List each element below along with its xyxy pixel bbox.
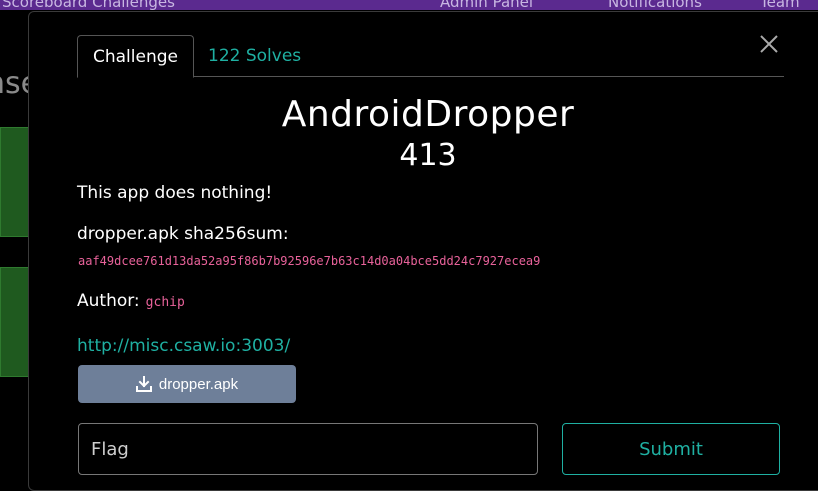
challenge-link[interactable]: http://misc.csaw.io:3003/: [77, 336, 290, 356]
author-name: gchip: [145, 295, 185, 310]
modal-tabs: Challenge 122 Solves: [77, 35, 784, 78]
tab-challenge[interactable]: Challenge: [77, 35, 194, 78]
author-line: Author: gchip: [77, 291, 185, 311]
checksum-value: aaf49dcee761d13da52a95f86b7b92596e7b63c1…: [78, 254, 541, 268]
submit-button[interactable]: Submit: [562, 423, 780, 475]
nav-links[interactable]: Scoreboard Challenges: [2, 0, 175, 10]
background-challenge-card[interactable]: [0, 267, 30, 377]
author-label: Author:: [77, 291, 140, 311]
flag-input[interactable]: [78, 423, 538, 475]
download-button[interactable]: dropper.apk: [78, 365, 296, 403]
challenge-value: 413: [399, 138, 457, 173]
background-challenge-card[interactable]: [0, 127, 30, 237]
download-label: dropper.apk: [158, 375, 239, 393]
challenge-modal: Challenge 122 Solves AndroidDropper 413 …: [28, 11, 818, 491]
top-navbar: Scoreboard Challenges Admin Panel Notifi…: [0, 0, 818, 10]
challenge-description: This app does nothing!: [77, 183, 273, 203]
nav-notifications[interactable]: Notifications: [608, 0, 702, 10]
nav-team[interactable]: Team: [760, 0, 800, 10]
tab-solves[interactable]: 122 Solves: [193, 35, 316, 77]
checksum-label: dropper.apk sha256sum:: [77, 224, 289, 244]
nav-admin-panel[interactable]: Admin Panel: [440, 0, 533, 10]
challenge-name: AndroidDropper: [281, 94, 575, 135]
download-icon: [135, 376, 152, 392]
